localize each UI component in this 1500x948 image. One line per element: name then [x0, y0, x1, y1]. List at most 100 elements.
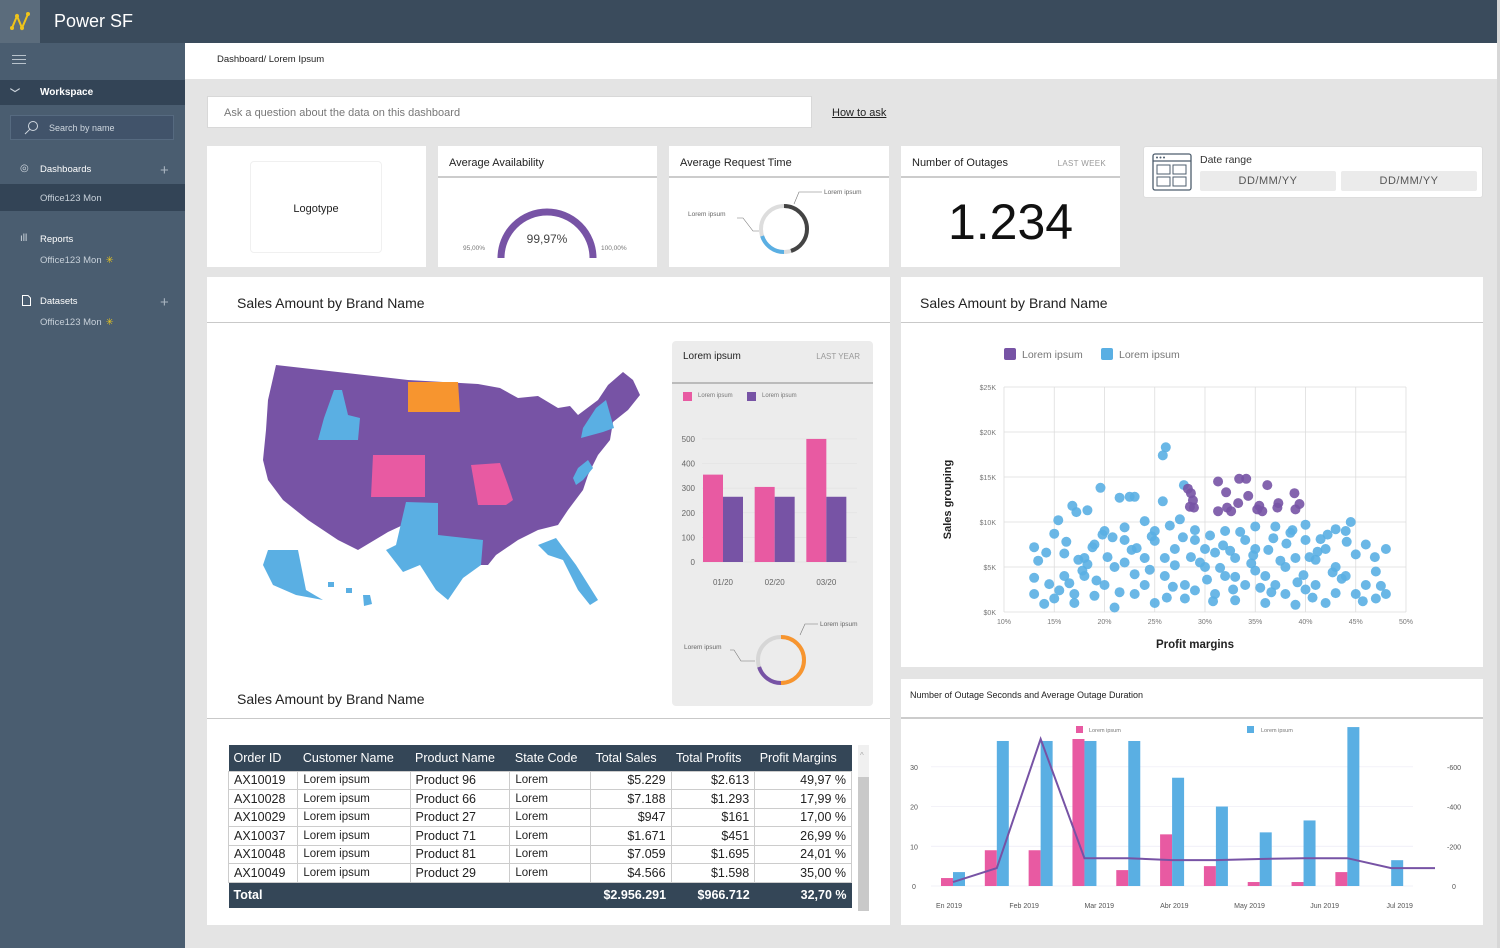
data-point	[1281, 538, 1292, 549]
legend-label: Lorem ipsum	[762, 393, 797, 399]
table-cell: 24,01 %	[754, 844, 852, 864]
data-point	[1069, 598, 1080, 608]
bar-pink	[1291, 882, 1304, 886]
bar	[826, 496, 847, 562]
data-point	[1097, 529, 1108, 540]
date-to-input[interactable]: DD/MM/YY	[1341, 171, 1477, 191]
outages-tile[interactable]: Number of Outages LAST WEEK 1.234	[901, 146, 1120, 267]
data-point	[1119, 535, 1130, 545]
data-point	[1061, 536, 1072, 547]
x-tick-label: 10%	[997, 619, 1011, 626]
y-tick-label: 300	[682, 484, 696, 493]
data-point	[1029, 589, 1040, 599]
bar-chart-icon: ıll	[20, 233, 28, 244]
calendar-icon	[1152, 153, 1192, 191]
qa-input[interactable]: Ask a question about the data on this da…	[207, 96, 812, 128]
x-tick-label: 03/20	[816, 578, 837, 587]
column-header[interactable]: Total Profits	[671, 745, 755, 771]
table-cell: Lorem ipsum	[297, 807, 411, 827]
column-header[interactable]: Product Name	[410, 745, 510, 771]
table-cell: Lorem ipsum	[297, 844, 411, 864]
availability-tile[interactable]: Average Availability 99,97% 95,00% 100,0…	[438, 146, 657, 267]
data-point	[1169, 544, 1180, 554]
table-cell: Product 29	[409, 863, 511, 883]
mini-bar-chart: 0 100 200 300 400 500 01/20 02/20 03/20	[682, 435, 857, 587]
data-point	[1241, 473, 1252, 484]
data-point	[1255, 582, 1266, 593]
table-cell: Product 96	[409, 770, 511, 790]
scrollbar-thumb[interactable]	[858, 777, 869, 911]
y-tick-label: 200	[682, 509, 696, 518]
sidebar-item-dashboard-office123[interactable]: Office123 Mon	[40, 193, 102, 204]
table-row[interactable]: AX10028 Lorem ipsum Product 66 Lorem $7.188 $…	[227, 789, 852, 809]
bar-blue	[1084, 740, 1097, 886]
table-cell: 35,00 %	[754, 863, 852, 883]
table-header-row: Order ID Customer Name Product Name State C…	[228, 745, 852, 771]
panel-period: LAST YEAR	[816, 352, 860, 361]
table-row[interactable]: AX10049 Lorem ipsum Product 29 Lorem $4.566 $…	[227, 863, 852, 883]
map-region-north-dakota[interactable]	[408, 382, 460, 412]
hamburger-icon[interactable]	[12, 55, 26, 67]
table-cell: 17,99 %	[754, 789, 852, 809]
data-point	[1292, 577, 1303, 588]
table-row[interactable]: AX10019 Lorem ipsum Product 96 Lorem $5.229 $…	[227, 770, 852, 790]
map-region-colorado[interactable]	[371, 455, 425, 497]
data-point	[1263, 544, 1274, 555]
data-point	[1290, 504, 1301, 515]
map-region-alaska[interactable]	[263, 550, 323, 600]
table-cell: $1.598	[670, 863, 756, 883]
x-tick-label: 20%	[1097, 619, 1111, 626]
table-cell: Lorem	[509, 826, 591, 846]
column-header[interactable]: Order ID	[228, 745, 298, 771]
table-cell: Product 71	[409, 826, 511, 846]
us-map[interactable]	[238, 360, 658, 610]
workspace-label: Workspace	[40, 87, 94, 98]
sidebar-item-dataset-office123[interactable]: Office123 Mon ✳	[40, 317, 114, 328]
data-point	[1266, 587, 1277, 598]
add-dashboard-button[interactable]: +	[160, 163, 169, 178]
data-point	[1228, 584, 1239, 595]
how-to-ask-link[interactable]: How to ask	[832, 107, 886, 119]
sidebar-item-datasets[interactable]: Datasets	[40, 296, 78, 307]
table-cell: $947	[589, 807, 672, 827]
breadcrumb[interactable]: Dashboard/ Lorem Ipsum	[185, 43, 1497, 79]
table-cell: Product 81	[409, 844, 511, 864]
data-point	[1169, 560, 1180, 571]
table-row[interactable]: AX10048 Lorem ipsum Product 81 Lorem $7.059 $…	[227, 844, 852, 864]
data-point	[1300, 535, 1311, 545]
data-point	[1230, 571, 1241, 582]
divider	[901, 322, 1483, 323]
table-row[interactable]: AX10037 Lorem ipsum Product 71 Lorem $1.671 $…	[227, 826, 852, 846]
sidebar-item-report-office123[interactable]: Office123 Mon ✳	[40, 255, 114, 266]
sidebar-item-dashboards[interactable]: Dashboards	[40, 164, 91, 175]
add-dataset-button[interactable]: +	[160, 295, 169, 310]
map-region-florida[interactable]	[538, 538, 598, 605]
scatter-chart: Lorem ipsum Lorem ipsum 10% 15% 20% 25% 30% 35%…	[942, 348, 1413, 651]
x-tick-label: Mar 2019	[1084, 903, 1114, 910]
column-header[interactable]: State Code	[509, 745, 591, 771]
sidebar-search-input[interactable]: Search by name	[10, 115, 174, 140]
x-tick-label: Jul 2019	[1386, 903, 1413, 910]
column-header[interactable]: Customer Name	[297, 745, 411, 771]
date-from-input[interactable]: DD/MM/YY	[1200, 171, 1336, 191]
table-row[interactable]: AX10029 Lorem ipsum Product 27 Lorem $947 $16…	[227, 807, 852, 827]
sidebar-item-reports[interactable]: Reports	[40, 234, 73, 245]
workspace-toggle[interactable]: ﹀ Workspace	[0, 80, 185, 105]
bar-pink	[1335, 872, 1348, 886]
column-header[interactable]: Total Sales	[590, 745, 672, 771]
gauge-value: 99,97%	[527, 232, 568, 246]
app-logo[interactable]	[0, 0, 40, 43]
map-region-hawaii[interactable]	[328, 582, 372, 606]
scroll-up-icon[interactable]: ^	[860, 751, 864, 760]
y-tick-label: $15K	[980, 475, 997, 482]
request-time-tile[interactable]: Average Request Time Lorem ipsum Lorem i…	[669, 146, 889, 267]
data-point	[1341, 536, 1352, 547]
bar-blue	[1215, 806, 1228, 886]
bar-blue	[1040, 740, 1053, 886]
data-point	[1235, 526, 1246, 537]
table-scrollbar[interactable]: ^	[858, 745, 869, 911]
column-header[interactable]: Profit Margins	[754, 745, 852, 771]
x-tick-label: 45%	[1349, 619, 1363, 626]
table-cell: Lorem	[509, 770, 591, 790]
table-cell: $4.566	[589, 863, 672, 883]
